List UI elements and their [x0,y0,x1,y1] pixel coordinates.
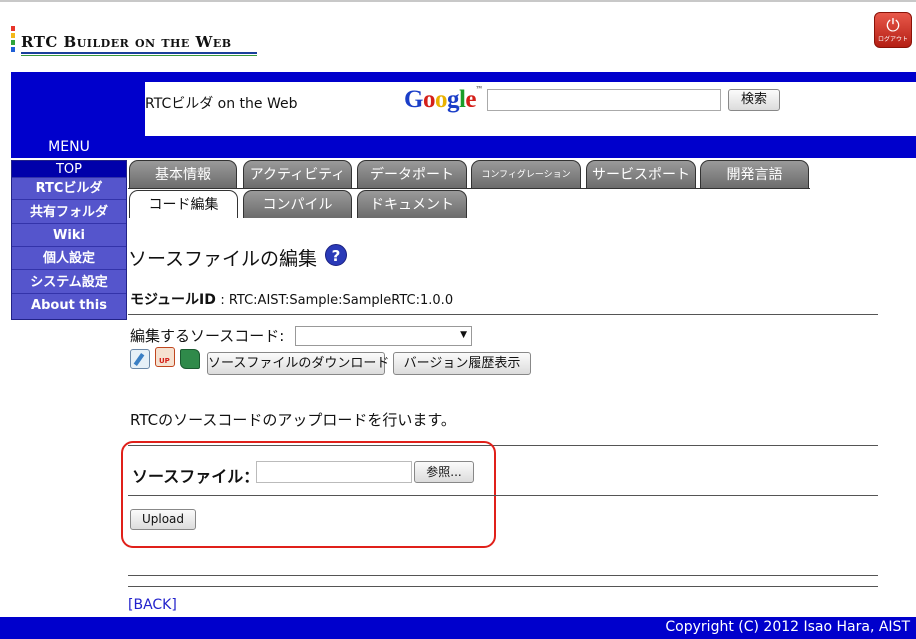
logo-underline-green [21,55,257,56]
google-letter-6: e [465,86,477,113]
google-letter-1: G [404,86,423,113]
upload-icon[interactable]: UP [155,347,175,367]
source-code-label: 編集するソースコード: [130,327,285,345]
tab-dev-language[interactable]: 開発言語 [700,160,809,188]
logo-text: RTC Builder on the Web [21,33,232,51]
google-logo: Google™ [404,86,482,114]
source-file-label: ソースファイル： [132,467,260,486]
sidebar-item-shared-folder[interactable]: 共有フォルダ [12,202,126,224]
logo-color-bars-icon [11,26,15,56]
divider [128,575,878,576]
download-source-button[interactable]: ソースファイルのダウンロード [207,352,389,375]
edit-document-icon[interactable] [130,349,150,369]
dropdown-arrow-icon: ▼ [460,330,467,340]
tab-configuration[interactable]: コンフィグレーション [471,160,581,188]
module-id-value: : RTC:AIST:Sample:SampleRTC:1.0.0 [220,293,454,308]
google-letter-3: o [434,86,448,113]
upload-button[interactable]: Upload [130,509,196,530]
upload-description: RTCのソースコードのアップロードを行います。 [130,411,456,429]
sidebar-item-rtc-builder[interactable]: RTCビルダ [12,178,126,200]
source-file-input[interactable] [256,461,412,483]
top-border [0,0,916,2]
tab-data-port[interactable]: データポート [357,160,467,188]
power-icon: ⏻ [886,16,900,36]
logo-underline [21,52,257,54]
help-icon[interactable]: ? [325,244,347,266]
tab-service-port[interactable]: サービスポート [586,160,696,188]
tab-compile[interactable]: コンパイル [243,190,352,218]
site-title: RTCビルダ on the Web [145,96,298,112]
sidebar-item-system-settings[interactable]: システム設定 [12,272,126,294]
divider [128,586,878,587]
logo-bar-yellow [11,33,15,38]
trademark-icon: ™ [476,86,482,92]
tab-row-divider [128,188,810,189]
sidebar-item-top[interactable]: TOP [12,161,126,178]
sidebar-item-about[interactable]: About this [12,295,126,317]
logo-bar-blue [11,47,15,52]
sidebar-item-wiki[interactable]: Wiki [12,225,126,247]
logo-bar-red [11,26,15,31]
logout-button[interactable]: ⏻ ログアウト [874,12,912,48]
pencil-mark [133,353,145,366]
logo-bar-green [11,40,15,45]
divider [128,314,878,315]
menu-label: MENU [48,139,90,155]
search-button[interactable]: 検索 [728,89,780,111]
sidebar-item-personal-settings[interactable]: 個人設定 [12,248,126,270]
app-logo: RTC Builder on the Web [11,26,261,58]
google-letter-2: o [422,86,436,113]
copyright-text: Copyright (C) 2012 Isao Hara, AIST [665,619,910,635]
page-title: ソースファイルの編集 [128,248,318,270]
back-link[interactable]: [BACK] [128,597,177,613]
tab-basic-info[interactable]: 基本情報 [129,160,237,188]
sidebar-menu: TOP RTCビルダ 共有フォルダ Wiki 個人設定 システム設定 About… [11,160,127,320]
logout-label: ログアウト [877,36,908,43]
module-id-line: モジュールID : RTC:AIST:Sample:SampleRTC:1.0.… [130,289,453,309]
folder-icon[interactable] [180,349,200,369]
search-input[interactable] [487,89,721,111]
tab-document[interactable]: ドキュメント [357,190,467,218]
tab-activity[interactable]: アクティビティ [243,160,352,188]
tab-code-edit[interactable]: コード編集 [129,190,238,218]
version-history-button[interactable]: バージョン履歴表示 [393,352,531,375]
module-id-key: モジュールID [130,292,216,308]
google-letter-4: g [446,86,460,113]
upload-up-label: UP [159,357,170,365]
browse-button[interactable]: 参照... [414,461,474,483]
divider [128,495,878,496]
source-code-select[interactable]: ▼ [295,326,472,346]
